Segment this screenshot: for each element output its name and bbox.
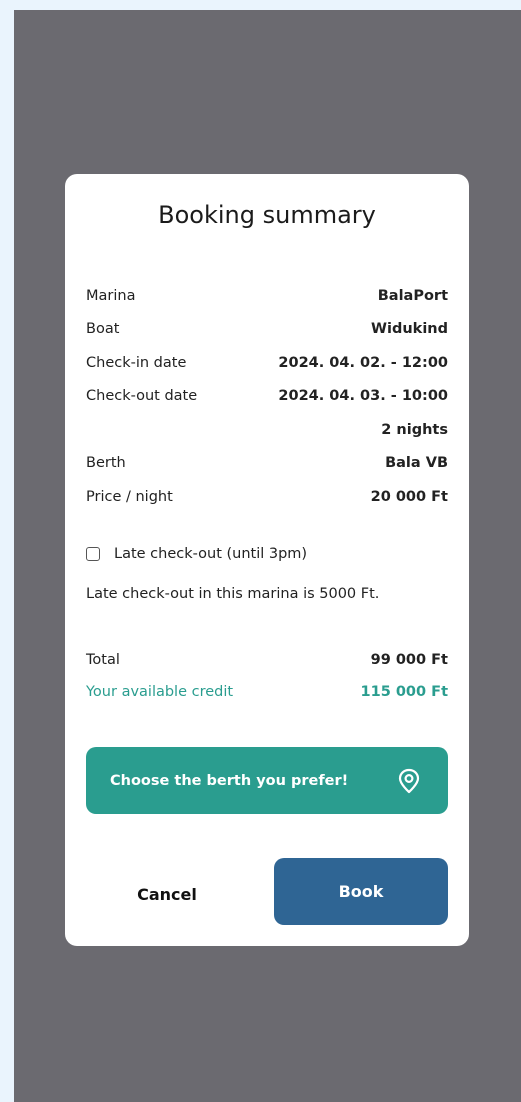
detail-row-berth: Berth Bala VB — [86, 447, 448, 481]
detail-label: Price / night — [86, 488, 173, 505]
booking-summary-dialog: Booking summary Marina BalaPort Boat Wid… — [65, 174, 469, 946]
late-checkout-label[interactable]: Late check-out (until 3pm) — [114, 546, 307, 562]
totals-section: Total 99 000 Ft Your available credit 11… — [86, 644, 448, 708]
total-row: Total 99 000 Ft — [86, 644, 448, 676]
choose-berth-button[interactable]: Choose the berth you prefer! — [86, 747, 448, 814]
detail-row-check-out: Check-out date 2024. 04. 03. - 10:00 — [86, 380, 448, 414]
detail-row-check-in: Check-in date 2024. 04. 02. - 12:00 — [86, 346, 448, 380]
detail-row-marina: Marina BalaPort — [86, 279, 448, 313]
detail-value: Widukind — [371, 321, 448, 338]
detail-value: Bala VB — [385, 455, 448, 472]
late-checkout-option[interactable]: Late check-out (until 3pm) — [86, 546, 307, 562]
detail-value: 20 000 Ft — [370, 488, 448, 505]
detail-value: 2024. 04. 03. - 10:00 — [278, 388, 448, 405]
late-checkout-note: Late check-out in this marina is 5000 Ft… — [86, 586, 380, 602]
choose-berth-label: Choose the berth you prefer! — [110, 772, 349, 789]
detail-label: Boat — [86, 321, 120, 338]
booking-details: Marina BalaPort Boat Widukind Check-in d… — [86, 279, 448, 514]
total-label: Total — [86, 652, 120, 668]
total-value: 99 000 Ft — [370, 652, 448, 668]
credit-label: Your available credit — [86, 684, 234, 700]
location-pin-icon — [396, 768, 422, 794]
late-checkout-checkbox[interactable] — [86, 547, 100, 561]
cancel-button[interactable]: Cancel — [105, 864, 229, 924]
detail-value: 2024. 04. 02. - 12:00 — [278, 354, 448, 371]
detail-row-price-per-night: Price / night 20 000 Ft — [86, 480, 448, 514]
detail-value: 2 nights — [381, 421, 448, 438]
detail-label: Check-out date — [86, 388, 198, 405]
book-button[interactable]: Book — [274, 858, 448, 925]
credit-value: 115 000 Ft — [360, 684, 448, 700]
detail-row-boat: Boat Widukind — [86, 313, 448, 347]
detail-label: Berth — [86, 455, 126, 472]
credit-row: Your available credit 115 000 Ft — [86, 676, 448, 708]
detail-row-nights: 2 nights — [86, 413, 448, 447]
detail-label: Marina — [86, 287, 136, 304]
dialog-title: Booking summary — [158, 201, 376, 229]
detail-value: BalaPort — [377, 287, 448, 304]
detail-label: Check-in date — [86, 354, 187, 371]
